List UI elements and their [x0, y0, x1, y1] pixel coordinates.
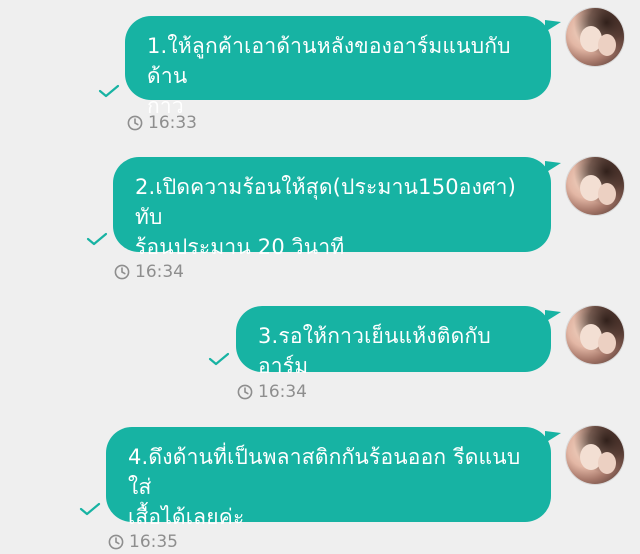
message-bubble[interactable]: 4.ดึงด้านที่เป็นพลาสติกกันร้อนออก รีดแนบ… — [106, 427, 561, 529]
message-text-line-1: 1.ให้ลูกค้าเอาด้านหลังของอาร์มแนบกับด้าน — [147, 34, 511, 88]
clock-icon — [108, 534, 124, 550]
timestamp-text: 16:35 — [129, 532, 178, 552]
message-text-line-1: 4.ดึงด้านที่เป็นพลาสติกกันร้อนออก รีดแนบ… — [128, 445, 521, 499]
check-icon — [86, 232, 108, 246]
clock-icon — [114, 264, 130, 280]
check-icon — [79, 502, 101, 516]
message-bubble[interactable]: 1.ให้ลูกค้าเอาด้านหลังของอาร์มแนบกับด้าน… — [125, 16, 561, 118]
timestamp: 16:33 — [127, 113, 197, 133]
message-text-line-2: กาว — [147, 94, 184, 118]
check-icon — [98, 84, 120, 98]
clock-icon — [127, 115, 143, 131]
timestamp-text: 16:34 — [258, 382, 307, 402]
avatar[interactable] — [566, 426, 624, 484]
chat-thread: 1.ให้ลูกค้าเอาด้านหลังของอาร์มแนบกับด้าน… — [0, 0, 640, 554]
message-text-line-2: เสื้อได้เลยค่ะ — [128, 505, 245, 529]
timestamp: 16:34 — [237, 382, 307, 402]
timestamp: 16:34 — [114, 262, 184, 282]
message-text-line-2: ร้อนประมาน 20 วินาที — [135, 235, 345, 259]
message-bubble[interactable]: 3.รอให้กาวเย็นแห้งติดกับอาร์ม — [236, 306, 561, 378]
avatar[interactable] — [566, 306, 624, 364]
clock-icon — [237, 384, 253, 400]
avatar[interactable] — [566, 157, 624, 215]
check-icon — [208, 352, 230, 366]
message-text-line-1: 2.เปิดความร้อนให้สุด(ประมาน150องศา) ทับ — [135, 175, 516, 229]
message-text-line-1: 3.รอให้กาวเย็นแห้งติดกับอาร์ม — [258, 324, 491, 378]
message-bubble[interactable]: 2.เปิดความร้อนให้สุด(ประมาน150องศา) ทับ … — [113, 157, 561, 259]
timestamp: 16:35 — [108, 532, 178, 552]
avatar[interactable] — [566, 8, 624, 66]
timestamp-text: 16:34 — [135, 262, 184, 282]
timestamp-text: 16:33 — [148, 113, 197, 133]
